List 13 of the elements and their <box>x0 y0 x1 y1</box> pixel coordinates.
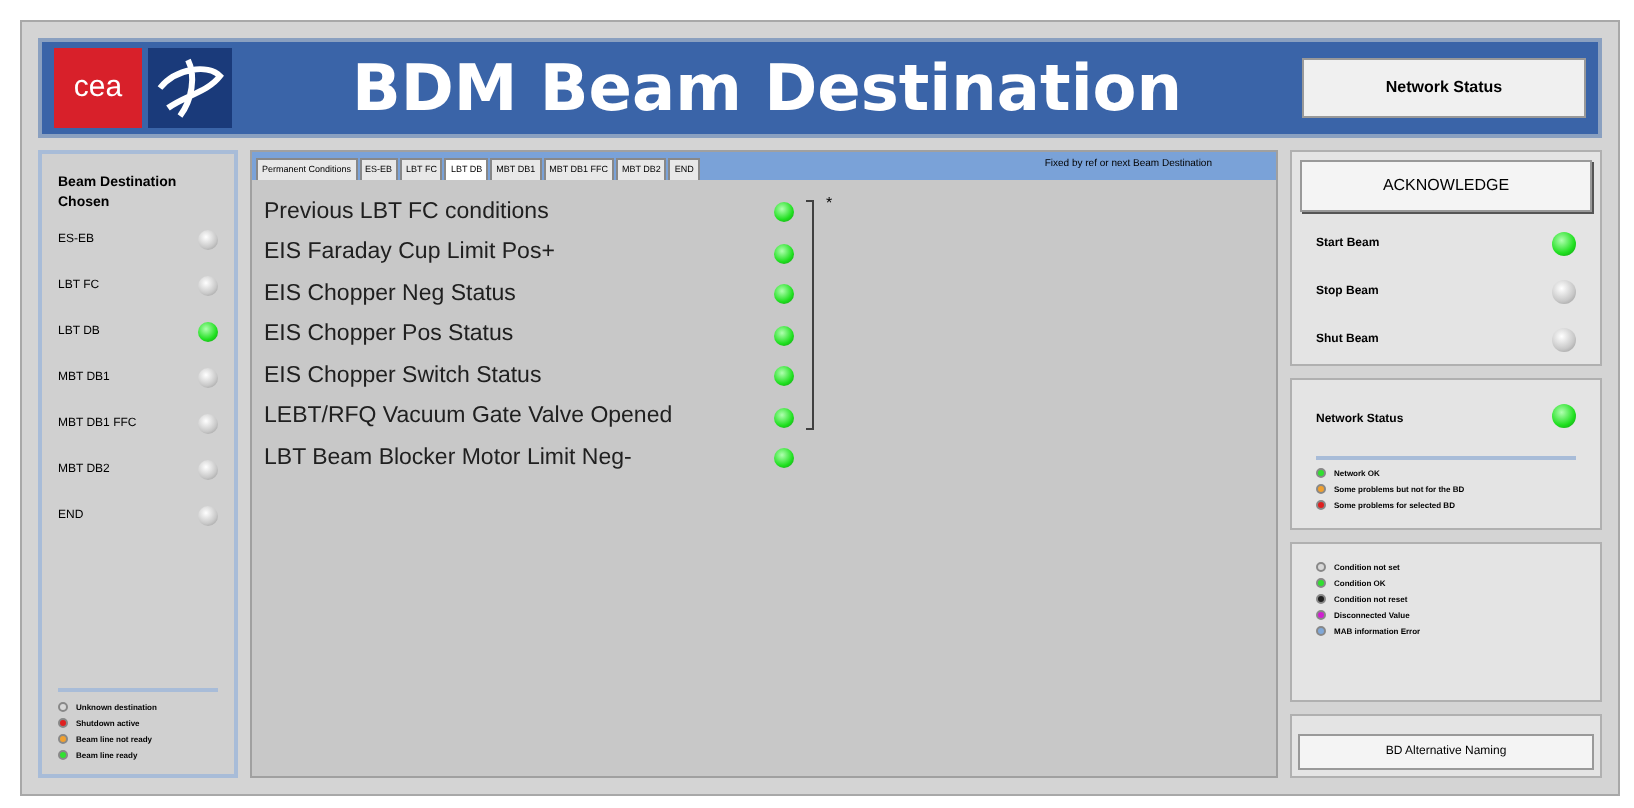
logo: cea <box>54 48 142 128</box>
condition-label: EIS Chopper Neg Status <box>264 279 516 310</box>
condition-label: Previous LBT FC conditions <box>264 197 549 228</box>
condition-label: EIS Chopper Switch Status <box>264 361 542 392</box>
bracket-mark: * <box>826 196 833 212</box>
network-status-button[interactable]: Network Status <box>1302 58 1586 118</box>
acknowledge-button[interactable]: ACKNOWLEDGE <box>1300 160 1592 212</box>
condition-label: EIS Chopper Pos Status <box>264 320 514 351</box>
logo-icon <box>148 48 232 128</box>
window-title: BDM Beam Destination <box>349 48 1185 130</box>
condition-label: LEBT/RFQ Vacuum Gate Valve Opened <box>264 402 673 433</box>
condition-label: LBT Beam Blocker Motor Limit Neg- <box>264 443 632 474</box>
condition-label: EIS Faraday Cup Limit Pos+ <box>264 238 555 269</box>
